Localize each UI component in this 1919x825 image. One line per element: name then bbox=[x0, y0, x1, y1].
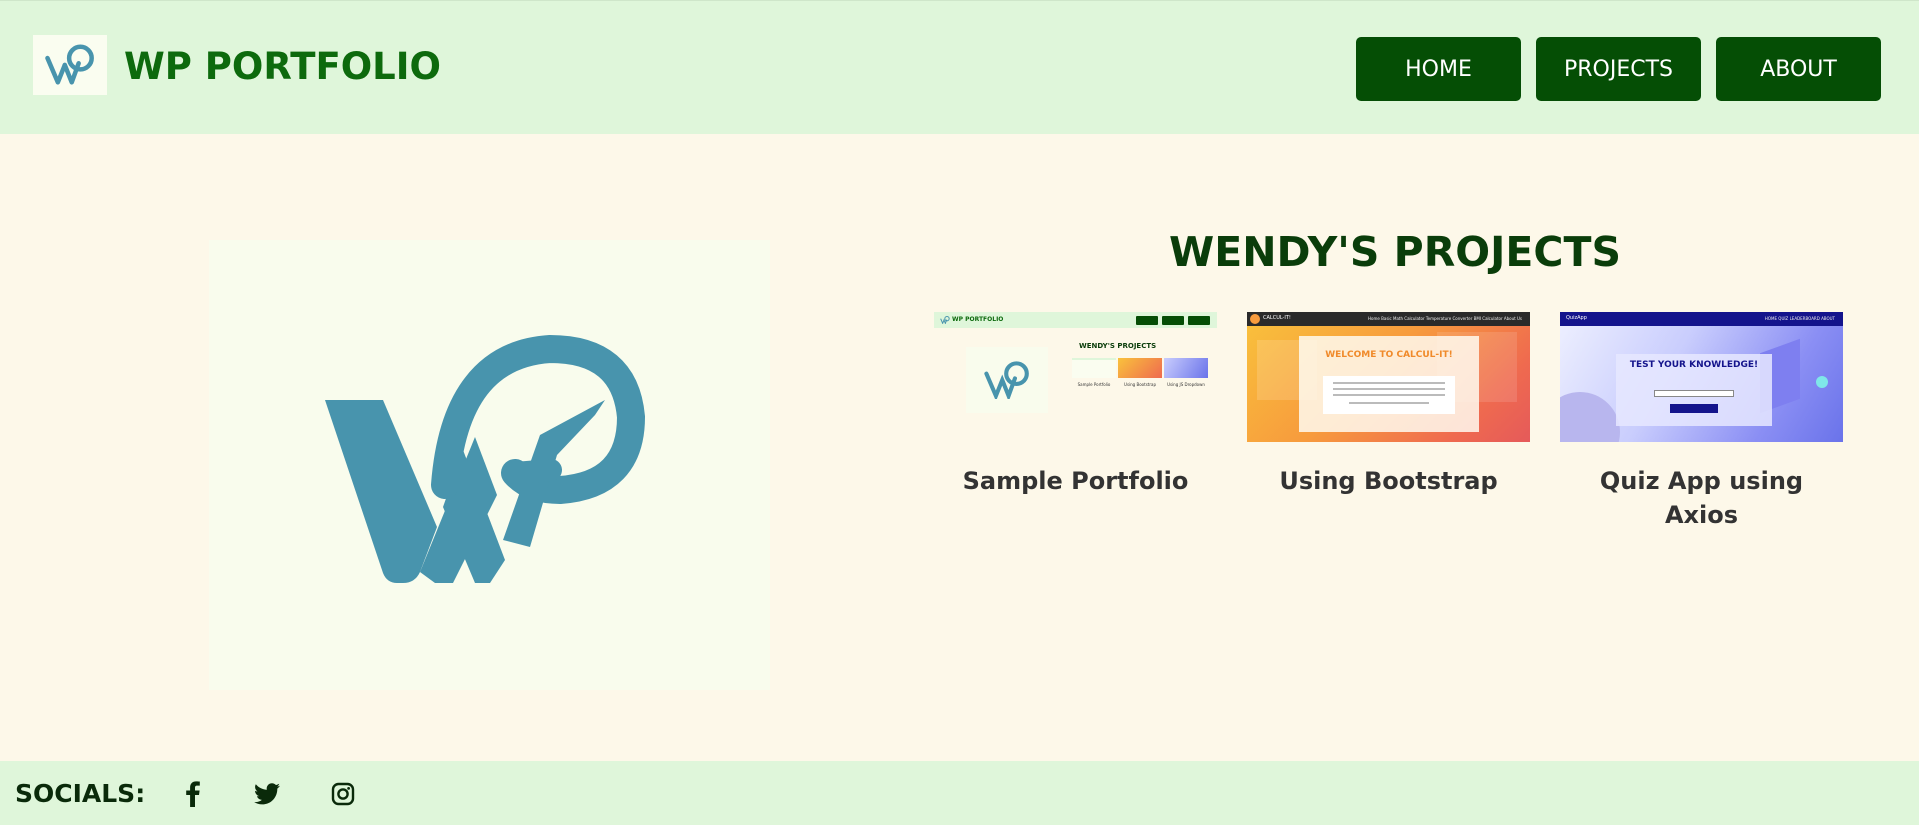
wp-monogram-icon bbox=[984, 361, 1029, 399]
wp-monogram-icon bbox=[45, 44, 94, 85]
project-thumbnail[interactable]: CALCUL-IT! Home Basic Math Calculator Te… bbox=[1247, 312, 1530, 442]
nav-home-label: HOME bbox=[1405, 56, 1472, 82]
thumb-mini-card bbox=[1164, 358, 1208, 378]
thumb-mini-label: Using Bootstrap bbox=[1124, 382, 1156, 387]
nav-about-button[interactable]: ABOUT bbox=[1716, 37, 1881, 101]
decor-circle bbox=[1560, 392, 1620, 442]
thumb-select bbox=[1654, 390, 1734, 397]
projects-title: WENDY'S PROJECTS bbox=[1169, 228, 1621, 276]
calculator-logo-icon bbox=[1250, 314, 1260, 324]
site-title[interactable]: WP PORTFOLIO bbox=[124, 41, 441, 93]
socials-label: SOCIALS: bbox=[15, 779, 146, 808]
text-line bbox=[1349, 402, 1429, 404]
nav-projects-button[interactable]: PROJECTS bbox=[1536, 37, 1701, 101]
text-line bbox=[1333, 382, 1445, 384]
text-line bbox=[1333, 388, 1445, 390]
project-card-quiz-app[interactable]: QuizApp HOME QUIZ LEADERBOARD ABOUT TEST… bbox=[1560, 312, 1843, 532]
project-label[interactable]: Quiz App using Axios bbox=[1560, 464, 1843, 532]
project-card-sample-portfolio[interactable]: WP PORTFOLIO WENDY'S PROJECTS Sample Por… bbox=[934, 312, 1217, 498]
thumb-nav-links: Home Basic Math Calculator Temperature C… bbox=[1368, 316, 1522, 321]
thumb-text-box bbox=[1323, 376, 1455, 414]
project-thumbnail[interactable]: QuizApp HOME QUIZ LEADERBOARD ABOUT TEST… bbox=[1560, 312, 1843, 442]
thumb-nav-button bbox=[1162, 316, 1184, 325]
wp-monogram-icon bbox=[324, 335, 645, 583]
project-card-using-bootstrap[interactable]: CALCUL-IT! Home Basic Math Calculator Te… bbox=[1247, 312, 1530, 498]
thumb-nav-button bbox=[1188, 316, 1210, 325]
nav-home-button[interactable]: HOME bbox=[1356, 37, 1521, 101]
thumb-mini-label: Using JS Dropdown bbox=[1167, 382, 1205, 387]
site-header: WP PORTFOLIO HOME PROJECTS ABOUT bbox=[0, 0, 1919, 134]
thumb-mini-card bbox=[1118, 358, 1162, 378]
site-logo[interactable] bbox=[33, 35, 107, 95]
thumb-panel: WELCOME TO CALCUL-IT! bbox=[1299, 336, 1479, 432]
thumb-heading: WELCOME TO CALCUL-IT! bbox=[1325, 350, 1453, 360]
main-nav: HOME PROJECTS ABOUT bbox=[1356, 37, 1881, 101]
thumb-title: WP PORTFOLIO bbox=[952, 316, 1004, 323]
thumb-heading: TEST YOUR KNOWLEDGE! bbox=[1629, 360, 1759, 370]
thumb-start-button bbox=[1670, 404, 1718, 413]
thumb-mini-label: Sample Portfolio bbox=[1077, 382, 1111, 387]
project-thumbnail[interactable]: WP PORTFOLIO WENDY'S PROJECTS Sample Por… bbox=[934, 312, 1217, 442]
wp-monogram-icon bbox=[940, 316, 950, 324]
thumb-logo bbox=[966, 347, 1048, 413]
instagram-icon[interactable] bbox=[328, 779, 358, 809]
site-footer: SOCIALS: bbox=[0, 761, 1919, 825]
text-line bbox=[1333, 394, 1445, 396]
thumb-nav-button bbox=[1136, 316, 1158, 325]
twitter-icon[interactable] bbox=[252, 779, 282, 809]
thumb-title: CALCUL-IT! bbox=[1263, 315, 1291, 321]
hero-logo bbox=[209, 240, 770, 690]
nav-about-label: ABOUT bbox=[1760, 56, 1837, 82]
decor-glow bbox=[1816, 376, 1828, 388]
thumb-title: QuizApp bbox=[1566, 315, 1587, 321]
project-label[interactable]: Using Bootstrap bbox=[1247, 464, 1530, 498]
thumb-mini-card bbox=[1072, 358, 1116, 378]
thumb-panel: TEST YOUR KNOWLEDGE! bbox=[1616, 354, 1772, 426]
facebook-icon[interactable] bbox=[178, 779, 208, 809]
thumb-heading: WENDY'S PROJECTS bbox=[1079, 342, 1157, 350]
nav-projects-label: PROJECTS bbox=[1563, 56, 1674, 82]
thumb-nav-links: HOME QUIZ LEADERBOARD ABOUT bbox=[1764, 316, 1835, 321]
project-label[interactable]: Sample Portfolio bbox=[934, 464, 1217, 498]
